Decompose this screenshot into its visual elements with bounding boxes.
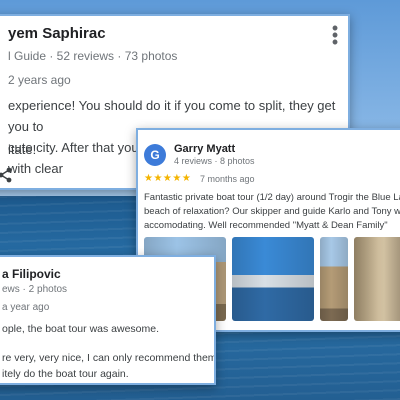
reviewer-name[interactable]: yem Saphirac — [8, 25, 106, 42]
share-icon[interactable] — [0, 166, 14, 184]
reviewer-meta: l Guide · 52 reviews · 73 photos — [8, 49, 178, 63]
review-card-3: a Filipovic ews · 2 photos a year ago op… — [0, 255, 216, 385]
review-date: a year ago — [2, 302, 50, 313]
review-text: Fantastic private boat tour (1/2 day) ar… — [144, 191, 400, 233]
photo-harbor-boats[interactable] — [232, 237, 314, 321]
photo-narrow-alley[interactable] — [354, 237, 400, 321]
avatar[interactable]: G — [144, 144, 166, 166]
review-date: 7 months ago — [200, 174, 255, 184]
photo-stone-facade[interactable] — [320, 237, 348, 321]
review-date: 2 years ago — [8, 73, 71, 87]
more-vert-icon[interactable]: • • • — [328, 19, 342, 51]
review-text-line: itely do the boat tour again. — [2, 368, 129, 380]
reviewer-meta: ews · 2 photos — [2, 284, 68, 295]
star-rating: ★★★★★ — [144, 173, 192, 184]
reviewer-name[interactable]: Garry Myatt — [174, 143, 235, 155]
review-text-line: beach of relaxation? Our skipper and gui… — [144, 206, 400, 217]
review-text-line: accomodating. Well recommended "Myatt & … — [144, 220, 388, 231]
review-text-line: ople, the boat tour was awesome. — [2, 323, 160, 335]
review-text-tail: itate! — [8, 142, 37, 157]
reviewer-name[interactable]: a Filipovic — [2, 267, 61, 281]
review-text-line: Fantastic private boat tour (1/2 day) ar… — [144, 192, 400, 203]
review-text-line: re very, very nice, I can only recommend… — [2, 352, 216, 364]
reviewer-meta: 4 reviews · 8 photos — [174, 156, 255, 166]
